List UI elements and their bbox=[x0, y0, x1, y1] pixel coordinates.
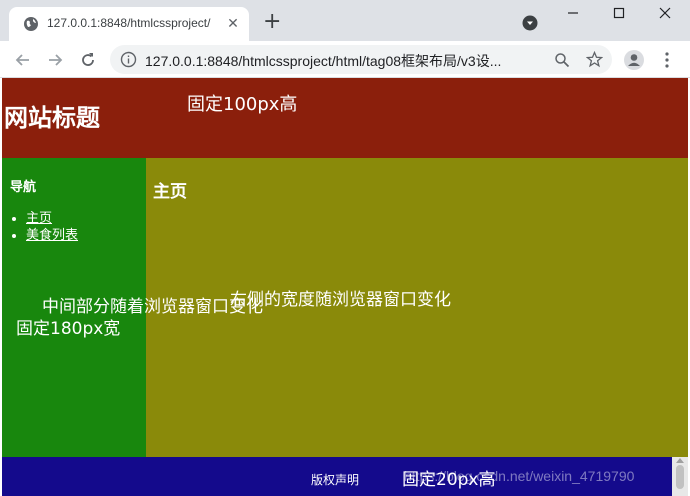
copyright-text: 版权声明 bbox=[311, 473, 360, 487]
footer-height-note: 固定20px高 bbox=[402, 470, 496, 490]
scroll-thumb[interactable] bbox=[676, 465, 684, 489]
window-close-icon[interactable] bbox=[658, 6, 672, 20]
url-text[interactable]: 127.0.0.1:8848/htmlcssproject/html/tag08… bbox=[145, 51, 537, 71]
scrollbar[interactable] bbox=[672, 457, 688, 496]
main-heading: 主页 bbox=[153, 182, 187, 202]
maximize-icon[interactable] bbox=[612, 6, 626, 20]
tab-strip: 127.0.0.1:8848/htmlcssproject/ ✕ + bbox=[0, 0, 690, 41]
tab-title: 127.0.0.1:8848/htmlcssproject/ bbox=[47, 16, 211, 30]
nav-link-food-list[interactable]: 美食列表 bbox=[26, 228, 78, 243]
page-viewport: 网站标题 固定100px高 导航 主页 美食列表 固定180px宽 主页 右侧的… bbox=[2, 78, 688, 496]
forward-arrow-icon[interactable] bbox=[46, 51, 64, 69]
back-arrow-icon[interactable] bbox=[14, 51, 32, 69]
middle-section-note: 中间部分随着浏览器窗口变化 bbox=[42, 297, 263, 317]
nav-heading: 导航 bbox=[10, 180, 37, 195]
minimize-icon[interactable] bbox=[566, 6, 580, 20]
tab-search-icon[interactable] bbox=[522, 15, 538, 31]
header-height-note: 固定100px高 bbox=[187, 94, 298, 115]
site-title: 网站标题 bbox=[4, 104, 100, 132]
main-width-note: 右侧的宽度随浏览器窗口变化 bbox=[230, 290, 451, 310]
scroll-up-icon[interactable] bbox=[676, 458, 684, 463]
nav-width-note: 固定180px宽 bbox=[16, 319, 121, 339]
reload-icon[interactable] bbox=[79, 51, 97, 69]
profile-icon[interactable] bbox=[624, 50, 644, 70]
browser-toolbar: 127.0.0.1:8848/htmlcssproject/html/tag08… bbox=[0, 41, 690, 78]
page-footer: 版权声明 https://blog.csdn.net/weixin_471979… bbox=[2, 457, 688, 496]
star-icon[interactable] bbox=[586, 51, 603, 68]
list-item: 主页 bbox=[26, 210, 78, 227]
plus-icon[interactable]: + bbox=[263, 11, 281, 33]
zoom-icon[interactable] bbox=[554, 52, 570, 68]
info-icon[interactable] bbox=[120, 51, 137, 68]
globe-icon bbox=[24, 17, 38, 31]
list-item: 美食列表 bbox=[26, 227, 78, 244]
nav-link-home[interactable]: 主页 bbox=[26, 211, 52, 226]
page-header: 网站标题 固定100px高 bbox=[2, 78, 688, 158]
browser-tab[interactable]: 127.0.0.1:8848/htmlcssproject/ ✕ bbox=[9, 7, 249, 41]
nav-list: 主页 美食列表 bbox=[26, 210, 78, 244]
menu-dots-icon[interactable] bbox=[660, 50, 674, 70]
close-icon[interactable]: ✕ bbox=[225, 16, 241, 32]
address-bar[interactable]: 127.0.0.1:8848/htmlcssproject/html/tag08… bbox=[110, 45, 612, 74]
